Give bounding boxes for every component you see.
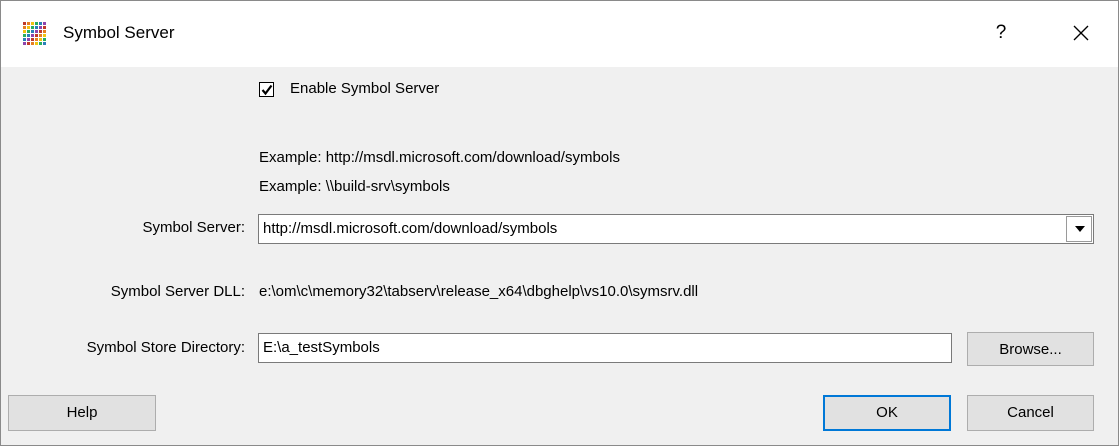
symbol-store-directory-label: Symbol Store Directory: bbox=[86, 339, 245, 356]
enable-symbol-server-label[interactable]: Enable Symbol Server bbox=[290, 80, 439, 97]
ok-button[interactable]: OK bbox=[823, 395, 951, 431]
chevron-down-icon bbox=[1075, 226, 1085, 232]
example-url-text: Example: http://msdl.microsoft.com/downl… bbox=[259, 149, 620, 166]
window-title: Symbol Server bbox=[63, 23, 175, 42]
symbol-store-directory-input[interactable]: E:\a_testSymbols bbox=[258, 333, 952, 363]
example-unc-text: Example: \\build-srv\symbols bbox=[259, 178, 450, 195]
symbol-store-directory-value: E:\a_testSymbols bbox=[263, 339, 380, 356]
symbol-server-label: Symbol Server: bbox=[142, 219, 245, 236]
enable-symbol-server-checkbox[interactable] bbox=[259, 82, 274, 97]
app-grid-icon bbox=[23, 22, 47, 46]
checkmark-icon bbox=[261, 84, 273, 96]
browse-button[interactable]: Browse... bbox=[967, 332, 1094, 366]
question-icon[interactable]: ? bbox=[989, 19, 1013, 47]
symbol-server-dll-value: e:\om\c\memory32\tabserv\release_x64\dbg… bbox=[259, 283, 699, 300]
close-icon[interactable] bbox=[1069, 19, 1093, 47]
help-button[interactable]: Help bbox=[8, 395, 156, 431]
symbol-server-value: http://msdl.microsoft.com/download/symbo… bbox=[263, 220, 558, 237]
title-bar[interactable]: Symbol Server ? bbox=[1, 1, 1118, 67]
symbol-server-dialog: Symbol Server ? Enable Symbol Server Exa… bbox=[0, 0, 1119, 446]
symbol-server-dropdown-button[interactable] bbox=[1066, 216, 1092, 242]
cancel-button[interactable]: Cancel bbox=[967, 395, 1094, 431]
symbol-server-dll-label: Symbol Server DLL: bbox=[110, 283, 245, 300]
dialog-body: Enable Symbol Server Example: http://msd… bbox=[1, 67, 1118, 445]
symbol-server-combobox[interactable]: http://msdl.microsoft.com/download/symbo… bbox=[258, 214, 1094, 244]
